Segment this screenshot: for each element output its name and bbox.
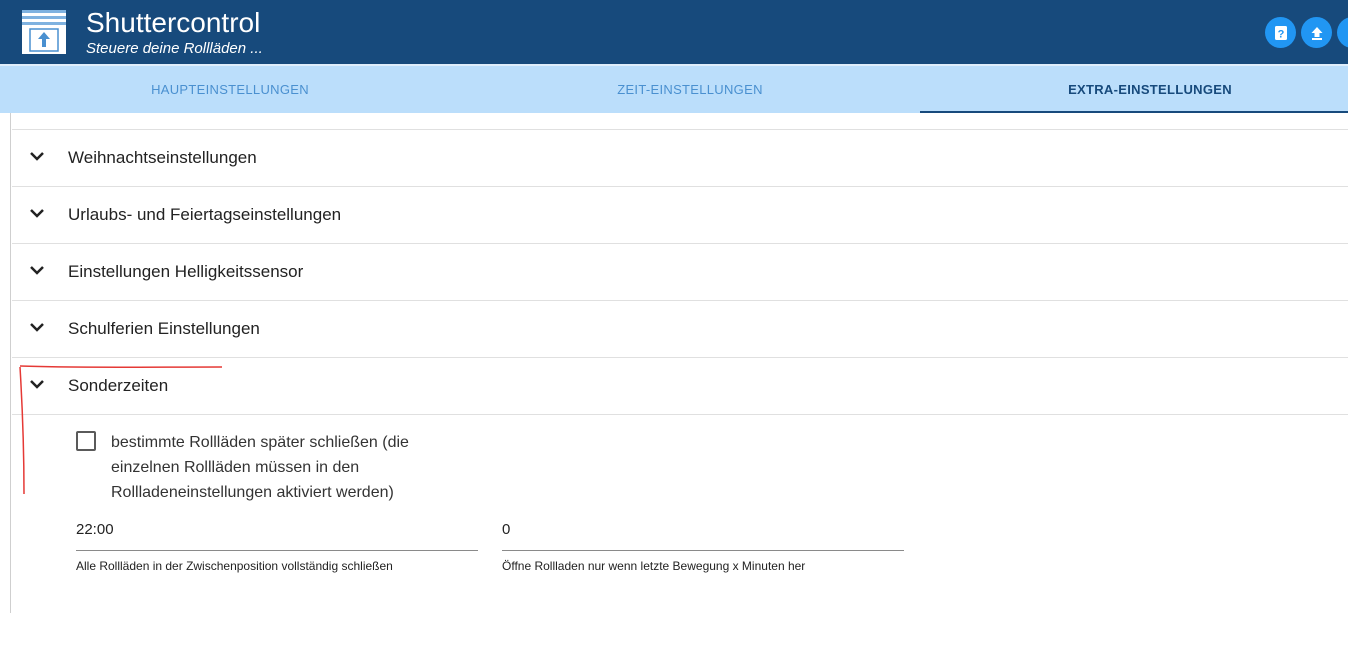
panel-helligkeitssensor[interactable]: Einstellungen Helligkeitssensor	[12, 244, 1348, 301]
close-time-field: 22:00 Alle Rollläden in der Zwischenposi…	[76, 515, 478, 573]
upload-icon	[1311, 26, 1322, 40]
close-icon	[1347, 29, 1348, 36]
app-title: Shuttercontrol	[86, 7, 261, 38]
tab-extra-einstellungen[interactable]: EXTRA-EINSTELLUNGEN	[920, 66, 1348, 113]
panel-schulferien[interactable]: Schulferien Einstellungen	[12, 301, 1348, 358]
tab-haupteinstellungen[interactable]: HAUPTEINSTELLUNGEN	[20, 66, 440, 113]
help-icon: ?	[1274, 25, 1287, 40]
open-minutes-helptext: Öffne Rollladen nur wenn letzte Bewegung…	[502, 559, 806, 573]
panel-label: Schulferien Einstellungen	[68, 319, 260, 338]
main-content: Weihnachtseinstellungen Urlaubs- und Fei…	[0, 113, 1348, 652]
close-time-input[interactable]: 22:00	[76, 515, 478, 551]
close-time-helptext: Alle Rollläden in der Zwischenposition v…	[76, 559, 393, 573]
tab-bar: HAUPTEINSTELLUNGEN ZEIT-EINSTELLUNGEN EX…	[0, 64, 1348, 113]
panel-label: Urlaubs- und Feiertagseinstellungen	[68, 205, 342, 224]
chevron-down-icon	[30, 209, 44, 218]
app-subtitle: Steuere deine Rollläden ...	[86, 40, 263, 57]
tab-zeit-einstellungen[interactable]: ZEIT-EINSTELLUNGEN	[480, 66, 900, 113]
close-button[interactable]	[1337, 17, 1348, 48]
shutter-logo	[22, 10, 66, 54]
panel-label: Einstellungen Helligkeitssensor	[68, 262, 304, 281]
panel-label: Sonderzeiten	[68, 376, 169, 395]
chevron-down-icon	[30, 266, 44, 275]
panel-weihnachtseinstellungen[interactable]: Weihnachtseinstellungen	[12, 130, 1348, 187]
chevron-down-icon	[30, 152, 44, 161]
later-close-checkbox[interactable]	[76, 431, 96, 451]
app-header: Shuttercontrol Steuere deine Rollläden .…	[0, 0, 1348, 64]
svg-text:?: ?	[1277, 28, 1284, 40]
panel-label: Weihnachtseinstellungen	[68, 148, 257, 167]
upload-button[interactable]	[1301, 17, 1332, 48]
content-border	[10, 113, 11, 613]
open-minutes-input[interactable]: 0	[502, 515, 904, 551]
chevron-down-icon	[30, 323, 44, 332]
chevron-down-icon	[30, 380, 44, 389]
panel-urlaubs-feiertagseinstellungen[interactable]: Urlaubs- und Feiertagseinstellungen	[12, 187, 1348, 244]
later-close-checkbox-label: bestimmte Rollläden später schließen (di…	[111, 434, 409, 501]
panel-sonderzeiten[interactable]: Sonderzeiten	[12, 358, 1348, 415]
open-minutes-field: 0 Öffne Rollladen nur wenn letzte Bewegu…	[502, 515, 904, 573]
help-button[interactable]: ?	[1265, 17, 1296, 48]
